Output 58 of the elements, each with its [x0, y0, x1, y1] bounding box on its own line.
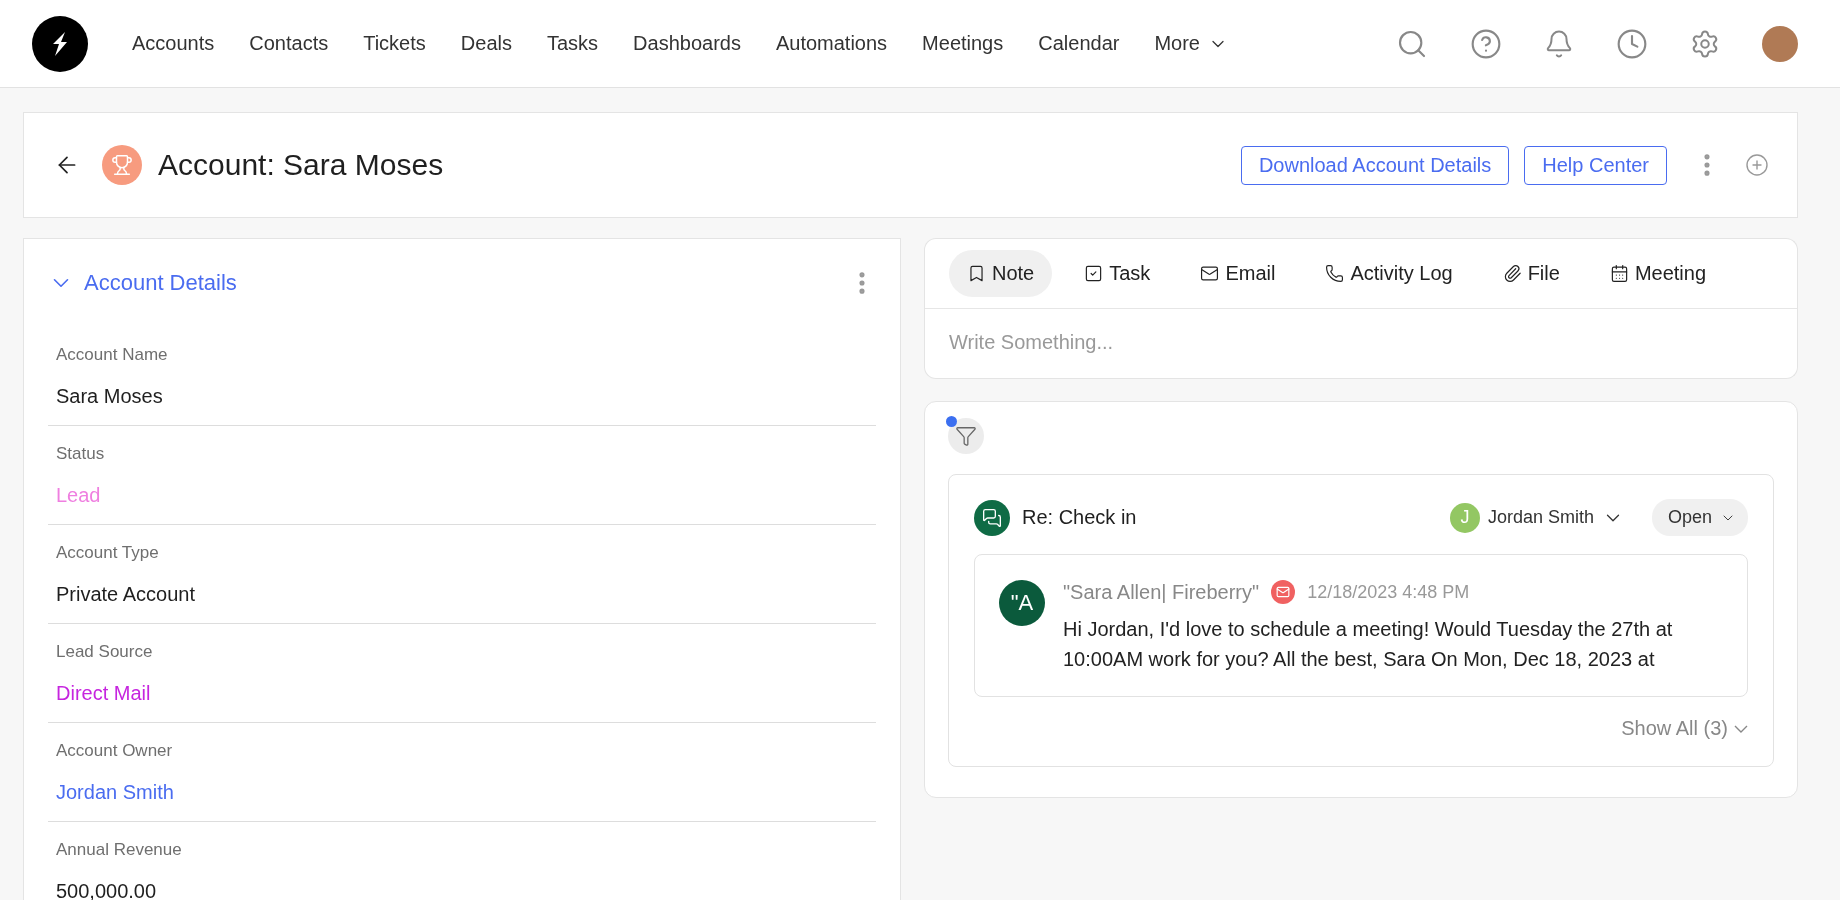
composer-tab[interactable]: Task [1066, 250, 1169, 297]
bell-icon[interactable] [1544, 28, 1574, 59]
chat-bubbles-icon [974, 499, 1010, 536]
field-value: Lead [56, 484, 102, 507]
assignee-dropdown[interactable]: J Jordan Smith [1449, 502, 1624, 533]
email-icon [1200, 264, 1220, 283]
header-button[interactable]: Help Center [1524, 145, 1667, 185]
mail-icon [1271, 580, 1296, 604]
sender-name: "Sara Allen| Fireberry" [1063, 580, 1260, 604]
more-menu[interactable]: More [1154, 32, 1228, 55]
nav-link[interactable]: Automations [775, 32, 888, 55]
chevron-icon [1734, 724, 1748, 733]
nav-link[interactable]: Calendar [1038, 32, 1120, 55]
page-title: Account: Sara Moses [158, 148, 445, 182]
add-circle-icon[interactable] [1745, 153, 1769, 177]
note-input-field[interactable]: Write Something... [924, 309, 1798, 379]
nav-link[interactable]: Dashboards [633, 32, 741, 55]
help-icon[interactable] [1470, 27, 1502, 60]
settings-icon[interactable] [1690, 28, 1720, 59]
message-time: 12/18/2023 4:48 PM [1307, 581, 1470, 603]
composer-tab[interactable]: Email [1182, 250, 1294, 297]
header-button[interactable]: Download Account Details [1240, 145, 1510, 185]
nav-link[interactable]: Deals [460, 32, 512, 55]
field-value: Sara Moses [56, 385, 164, 408]
file-icon [1502, 264, 1522, 283]
call-icon [1325, 264, 1345, 283]
composer-tab[interactable]: Activity Log [1307, 250, 1471, 297]
field-label: Account Name [56, 345, 169, 365]
task-icon [1084, 264, 1104, 283]
nav-link[interactable]: Accounts [132, 32, 215, 55]
clock-icon[interactable] [1616, 27, 1648, 60]
nav-link[interactable]: Tasks [546, 32, 599, 55]
note-icon [967, 264, 986, 283]
field-value: 500,000.00 [56, 880, 158, 900]
panel-title[interactable]: Account Details [84, 270, 848, 296]
filter-icon[interactable] [948, 418, 984, 454]
nav-link[interactable]: Tickets [363, 32, 426, 55]
thread-subject: Re: Check in [1022, 506, 1138, 529]
composer-tab[interactable]: Note [949, 250, 1053, 297]
message-body: Hi Jordan, I'd love to schedule a meeting! Would Tuesday the 27th at 10:00AM work for you? All the best, Sara On Mon, Dec 18, 2023 at [1063, 617, 1674, 672]
show-all-button[interactable]: Show All (3) [1621, 717, 1748, 740]
field-value: Private Account [56, 583, 196, 606]
field-value: Direct Mail [56, 682, 152, 705]
field-label: Account Type [56, 543, 160, 563]
field-label: Account Owner [56, 741, 174, 761]
field-value: Jordan Smith [56, 781, 175, 804]
field-label: Status [56, 444, 106, 464]
composer-tab[interactable]: File [1484, 250, 1578, 297]
status-dropdown[interactable]: Open [1651, 499, 1748, 536]
nav-link[interactable]: Meetings [922, 32, 1004, 55]
user-avatar[interactable] [1762, 25, 1798, 62]
field-label: Lead Source [56, 642, 154, 662]
sender-avatar: "A [999, 580, 1045, 626]
field-label: Annual Revenue [56, 840, 183, 860]
nav-link[interactable]: Contacts [249, 32, 329, 55]
meeting-icon [1609, 264, 1629, 283]
trophy-icon [102, 145, 142, 185]
composer-tab[interactable]: Meeting [1591, 250, 1725, 297]
